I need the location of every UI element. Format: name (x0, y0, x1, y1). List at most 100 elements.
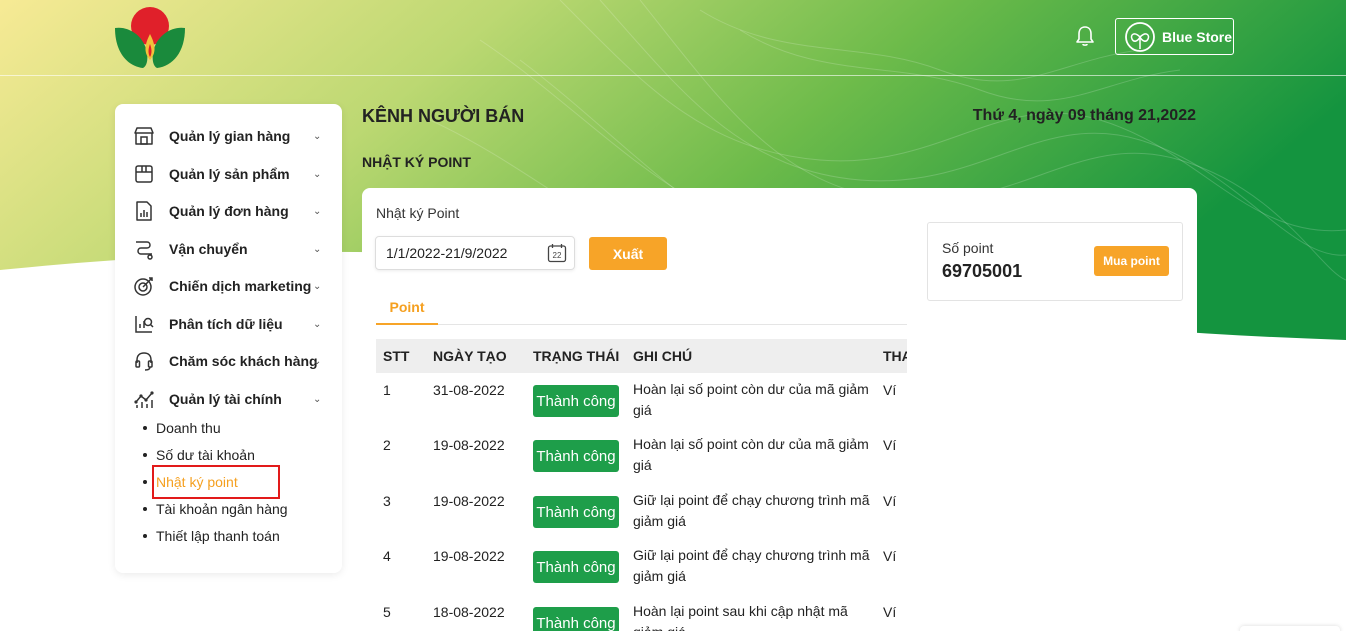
sidebar-item-label: Chiến dịch marketing (169, 278, 312, 294)
row-date: 19-08-2022 (433, 437, 505, 453)
sidebar-item-finance[interactable]: Quản lý tài chính ⌄ (115, 384, 342, 414)
chevron-down-icon: ⌄ (313, 393, 322, 405)
calendar-icon: 22 (547, 244, 567, 263)
sidebar-subitem-label: Số dư tài khoản (156, 447, 255, 463)
point-label: Số point (942, 240, 994, 256)
finance-chart-icon (134, 391, 154, 408)
active-highlight-box (152, 465, 280, 499)
status-badge: Thành công (533, 496, 619, 528)
status-badge: Thành công (533, 551, 619, 583)
date-range-picker[interactable]: 1/1/2022-21/9/2022 22 (375, 236, 575, 270)
row-extra: Ví (883, 548, 897, 564)
bullet-dot (143, 534, 147, 538)
row-extra: Ví (883, 382, 897, 398)
row-stt: 5 (383, 604, 391, 620)
row-note: Hoàn lại số point còn dư của mã giảm giá (633, 381, 869, 418)
sidebar-item-marketing[interactable]: Chiến dịch marketing ⌄ (115, 271, 342, 301)
chevron-down-icon: ⌄ (313, 243, 322, 255)
sidebar-item-label: Quản lý tài chính (169, 391, 282, 407)
sidebar-item-label: Chăm sóc khách hàng (169, 353, 318, 369)
store-icon (134, 127, 154, 145)
export-button[interactable]: Xuất (589, 237, 667, 270)
sidebar-subitem-label: Doanh thu (156, 420, 221, 436)
date-range-value: 1/1/2022-21/9/2022 (386, 245, 508, 261)
point-value: 69705001 (942, 261, 1023, 281)
bullet-dot (143, 426, 147, 430)
row-note: Hoàn lại point sau khi cập nhật mã giảm … (633, 603, 848, 631)
point-balance-box: Số point 69705001 Mua point (927, 222, 1183, 301)
table-row: 3 19-08-2022 Thành công Giữ lại point để… (376, 490, 907, 546)
sidebar-item-shipping[interactable]: Vận chuyển ⌄ (115, 234, 342, 264)
sidebar-item-data-analysis[interactable]: Phân tích dữ liệu ⌄ (115, 309, 342, 339)
store-name: Blue Store (1162, 28, 1233, 45)
column-header-date: NGÀY TẠO (433, 348, 507, 364)
chevron-down-icon: ⌄ (313, 168, 322, 180)
sidebar-item-store-management[interactable]: Quản lý gian hàng ⌄ (115, 121, 342, 151)
sidebar-subitem-label: Thiết lập thanh toán (156, 528, 280, 544)
bullet-dot (143, 453, 147, 457)
buy-point-button[interactable]: Mua point (1094, 246, 1169, 276)
sidebar-item-label: Quản lý gian hàng (169, 128, 291, 144)
shipping-map-icon (136, 241, 153, 260)
table-row: 5 18-08-2022 Thành công Hoàn lại point s… (376, 601, 907, 631)
sidebar-subitem-account-balance[interactable]: Số dư tài khoản (143, 444, 255, 466)
status-badge: Thành công (533, 385, 619, 417)
box-icon (135, 165, 153, 183)
headset-icon (135, 352, 153, 371)
sidebar-subitem-bank-account[interactable]: Tài khoản ngân hàng (143, 498, 288, 520)
row-note: Giữ lại point để chạy chương trình mã gi… (633, 492, 870, 529)
sidebar-item-label: Quản lý đơn hàng (169, 203, 289, 219)
sidebar-subitem-revenue[interactable]: Doanh thu (143, 417, 221, 439)
status-badge: Thành công (533, 607, 619, 631)
row-stt: 3 (383, 493, 391, 509)
row-note: Giữ lại point để chạy chương trình mã gi… (633, 547, 870, 584)
column-header-status: TRẠNG THÁI (533, 348, 620, 364)
top-bar: Blue Store (0, 0, 1346, 76)
sidebar-item-label: Vận chuyển (169, 241, 248, 257)
tab-bar: Point (376, 292, 907, 325)
store-logo-icon (1125, 21, 1155, 52)
row-date: 19-08-2022 (433, 548, 505, 564)
row-extra: Ví (883, 493, 897, 509)
four-leaf-logo-icon[interactable] (113, 4, 187, 70)
row-stt: 2 (383, 437, 391, 453)
status-badge: Thành công (533, 440, 619, 472)
sidebar-item-customer-care[interactable]: Chăm sóc khách hàng ⌄ (115, 346, 342, 376)
row-stt: 4 (383, 548, 391, 564)
chevron-down-icon: ⌄ (313, 355, 322, 367)
chevron-down-icon: ⌄ (313, 318, 322, 330)
card-label: Nhật ký Point (376, 205, 460, 221)
sidebar-item-product-management[interactable]: Quản lý sản phẩm ⌄ (115, 159, 342, 189)
bullet-dot (143, 480, 147, 484)
sidebar-item-label: Quản lý sản phẩm (169, 166, 290, 182)
section-title: NHẬT KÝ POINT (362, 154, 471, 170)
table-header: STT NGÀY TẠO TRẠNG THÁI GHI CHÚ THA (376, 339, 907, 373)
row-note: Hoàn lại số point còn dư của mã giảm giá (633, 436, 869, 473)
sidebar-item-label: Phân tích dữ liệu (169, 316, 283, 332)
store-account-button[interactable]: Blue Store (1115, 18, 1234, 55)
point-table: STT NGÀY TẠO TRẠNG THÁI GHI CHÚ THA 1 31… (376, 339, 907, 631)
sidebar-item-order-management[interactable]: Quản lý đơn hàng ⌄ (115, 196, 342, 226)
row-stt: 1 (383, 382, 391, 398)
column-header-extra: THA (883, 348, 907, 364)
marketing-target-icon (134, 277, 153, 296)
data-analysis-icon (135, 316, 154, 333)
chevron-down-icon: ⌄ (313, 130, 322, 142)
page-title: KÊNH NGƯỜI BÁN (362, 106, 525, 126)
row-date: 31-08-2022 (433, 382, 505, 398)
bell-icon[interactable] (1073, 24, 1097, 48)
table-row: 4 19-08-2022 Thành công Giữ lại point để… (376, 545, 907, 601)
table-row: 2 19-08-2022 Thành công Hoàn lại số poin… (376, 434, 907, 490)
sidebar: Quản lý gian hàng ⌄ Quản lý sản phẩm ⌄ Q… (115, 104, 342, 573)
corner-widget[interactable] (1240, 626, 1340, 631)
point-log-card: Nhật ký Point 1/1/2022-21/9/2022 22 Xuất… (362, 188, 1197, 631)
column-header-stt: STT (383, 348, 410, 364)
row-extra: Ví (883, 437, 897, 453)
bullet-dot (143, 507, 147, 511)
tab-point[interactable]: Point (376, 292, 438, 325)
order-report-icon (136, 201, 152, 221)
sidebar-subitem-payment-settings[interactable]: Thiết lập thanh toán (143, 525, 280, 547)
calendar-day: 22 (553, 251, 562, 260)
current-date: Thứ 4, ngày 09 tháng 21,2022 (972, 107, 1196, 124)
row-date: 19-08-2022 (433, 493, 505, 509)
